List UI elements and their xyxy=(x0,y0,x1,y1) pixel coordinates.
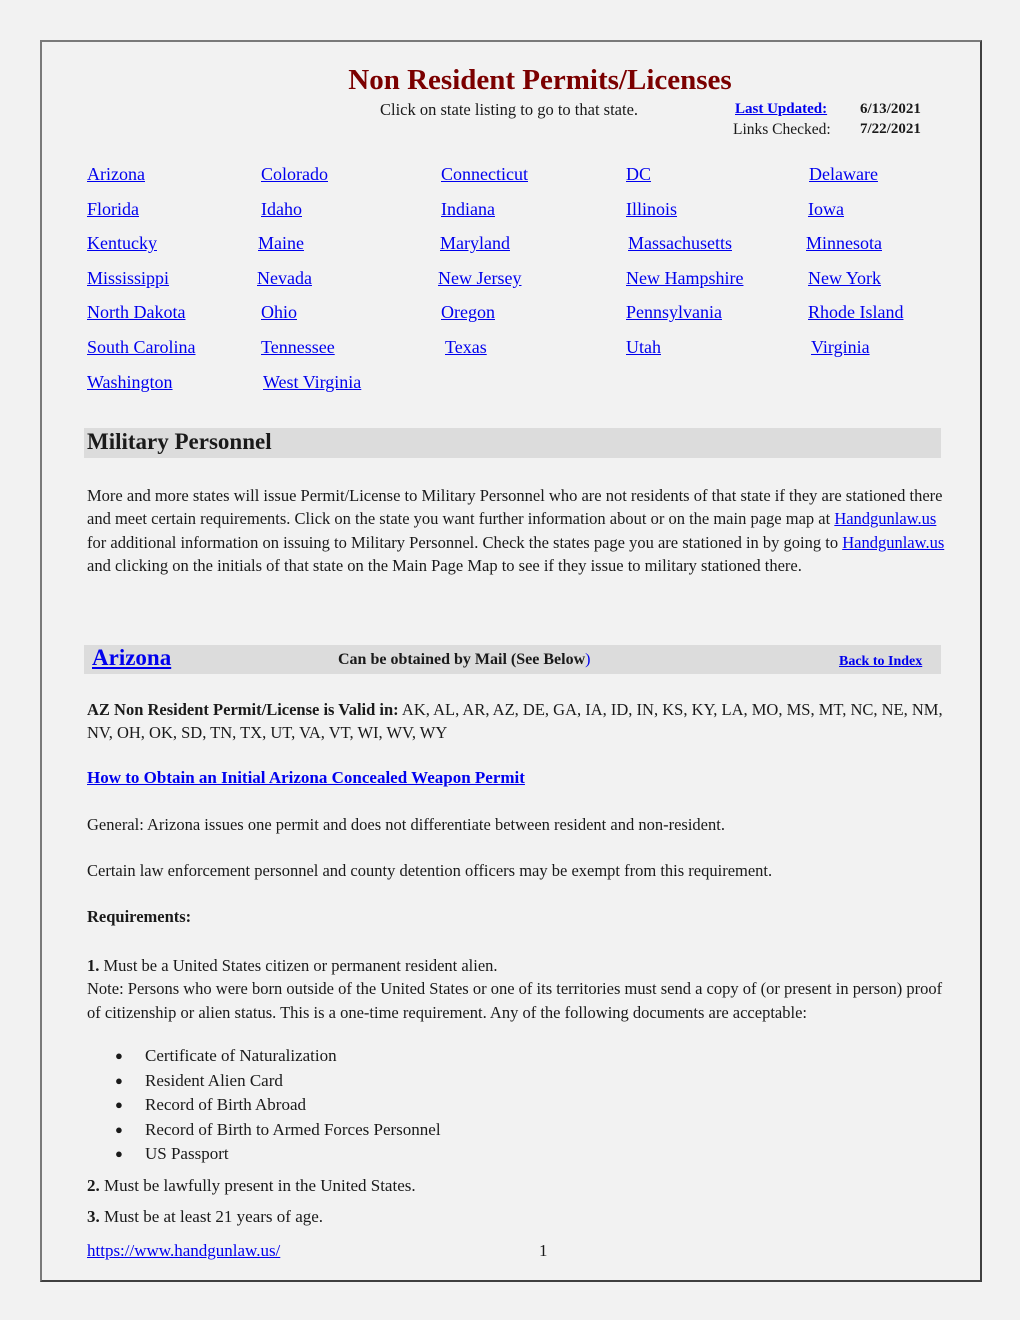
instructions-text: Click on state listing to go to that sta… xyxy=(380,100,639,119)
state-link-ohio[interactable]: Ohio xyxy=(261,302,297,323)
state-link-massachusetts[interactable]: Massachusetts xyxy=(628,233,732,254)
bullet-icon: ● xyxy=(115,1072,123,1088)
state-link-florida[interactable]: Florida xyxy=(87,199,139,220)
state-link-dc[interactable]: DC xyxy=(626,164,651,185)
document-list-item: ● Resident Alien Card xyxy=(115,1069,441,1094)
military-text-3: and clicking on the initials of that sta… xyxy=(87,555,802,575)
state-link-new-york[interactable]: New York xyxy=(808,268,881,289)
military-paragraph: More and more states will issue Permit/L… xyxy=(87,484,947,577)
last-updated-link[interactable]: Last Updated: xyxy=(735,101,827,118)
requirements-heading: Requirements: xyxy=(87,907,192,926)
page-title: Non Resident Permits/Licenses xyxy=(348,64,732,96)
handgunlaw-link-2[interactable]: Handgunlaw.us xyxy=(842,533,944,552)
document-list-item: ● Certificate of Naturalization xyxy=(115,1044,441,1069)
document-name: US Passport xyxy=(145,1144,229,1163)
state-link-mississippi[interactable]: Mississippi xyxy=(87,268,169,289)
req1-note: Note: Persons who were born outside of t… xyxy=(87,979,943,1022)
state-link-south-carolina[interactable]: South Carolina xyxy=(87,337,196,358)
bullet-icon: ● xyxy=(115,1121,123,1137)
handgunlaw-link-1[interactable]: Handgunlaw.us xyxy=(834,509,936,528)
state-link-colorado[interactable]: Colorado xyxy=(261,164,328,185)
exemption-text: Certain law enforcement personnel and co… xyxy=(87,861,773,880)
valid-in-label: AZ Non Resident Permit/License is Valid … xyxy=(87,700,399,719)
document-name: Record of Birth to Armed Forces Personne… xyxy=(145,1119,441,1139)
footer-url-link[interactable]: https://www.handgunlaw.us/ xyxy=(87,1241,280,1261)
bullet-icon: ● xyxy=(115,1097,123,1112)
state-link-iowa[interactable]: Iowa xyxy=(808,199,844,220)
back-to-index-link[interactable]: Back to Index xyxy=(839,654,922,670)
state-link-maryland[interactable]: Maryland xyxy=(440,233,510,254)
military-text-1: More and more states will issue Permit/L… xyxy=(87,486,943,529)
arizona-heading-link[interactable]: Arizona xyxy=(92,645,171,671)
military-heading: Military Personnel xyxy=(87,429,272,454)
document-list-item: ● US Passport xyxy=(115,1142,441,1167)
state-link-new-hampshire[interactable]: New Hampshire xyxy=(626,268,743,289)
state-link-pennsylvania[interactable]: Pennsylvania xyxy=(626,302,722,323)
req1-number: 1. xyxy=(87,956,100,975)
bullet-icon: ● xyxy=(115,1048,123,1063)
state-link-washington[interactable]: Washington xyxy=(87,372,173,393)
req2-number: 2. xyxy=(87,1176,100,1195)
general-text: General: Arizona issues one permit and d… xyxy=(87,815,725,834)
state-link-indiana[interactable]: Indiana xyxy=(441,199,495,220)
document-page: Non Resident Permits/Licenses Click on s… xyxy=(40,40,982,1282)
state-link-utah[interactable]: Utah xyxy=(626,337,661,358)
acceptable-documents-list: ● Certificate of Naturalization ● Resident … xyxy=(87,1044,441,1167)
state-link-rhode-island[interactable]: Rhode Island xyxy=(808,302,903,323)
state-link-maine[interactable]: Maine xyxy=(258,233,304,254)
valid-in-paragraph: AZ Non Resident Permit/License is Valid … xyxy=(87,698,947,745)
military-text-2: for additional information on issuing to… xyxy=(87,532,843,552)
state-link-minnesota[interactable]: Minnesota xyxy=(806,233,882,254)
page-number: 1 xyxy=(539,1241,548,1260)
state-link-delaware[interactable]: Delaware xyxy=(809,164,878,185)
document-name: Certificate of Naturalization xyxy=(145,1046,337,1065)
how-to-obtain-link[interactable]: How to Obtain an Initial Arizona Conceal… xyxy=(87,768,525,788)
state-link-idaho[interactable]: Idaho xyxy=(261,199,302,220)
req3-text: Must be at least 21 years of age. xyxy=(99,1207,324,1226)
state-link-illinois[interactable]: Illinois xyxy=(626,199,677,220)
state-link-arizona[interactable]: Arizona xyxy=(87,164,145,185)
state-link-kentucky[interactable]: Kentucky xyxy=(87,233,157,254)
state-link-north-dakota[interactable]: North Dakota xyxy=(87,302,185,323)
state-link-texas[interactable]: Texas xyxy=(445,337,487,358)
document-name: Record of Birth Abroad xyxy=(145,1095,306,1114)
state-link-oregon[interactable]: Oregon xyxy=(441,302,495,323)
requirement-1: 1. Must be a United States citizen or pe… xyxy=(87,954,947,1024)
requirement-2: 2. Must be lawfully present in the Unite… xyxy=(87,1176,416,1196)
state-link-tennessee[interactable]: Tennessee xyxy=(261,337,335,358)
state-link-virginia[interactable]: Virginia xyxy=(811,337,870,358)
state-link-connecticut[interactable]: Connecticut xyxy=(441,164,528,185)
state-link-west-virginia[interactable]: West Virginia xyxy=(263,372,361,393)
links-checked-label: Links Checked: xyxy=(733,121,831,138)
state-link-new-jersey[interactable]: New Jersey xyxy=(438,268,521,289)
links-checked-date: 7/22/2021 xyxy=(860,121,921,137)
bullet-icon: ● xyxy=(115,1146,123,1161)
document-name: Resident Alien Card xyxy=(145,1070,283,1090)
req2-text: Must be lawfully present in the United S… xyxy=(99,1176,416,1195)
document-list-item: ● Record of Birth to Armed Forces Personn… xyxy=(115,1118,441,1143)
last-updated-date: 6/13/2021 xyxy=(860,101,921,117)
requirement-3: 3. Must be at least 21 years of age. xyxy=(87,1207,323,1227)
req1-text: Must be a United States citizen or perma… xyxy=(99,956,498,975)
req3-number: 3. xyxy=(87,1207,100,1226)
mail-note-text: Can be obtained by Mail (See Below xyxy=(338,651,586,668)
state-link-nevada[interactable]: Nevada xyxy=(257,268,312,289)
mail-note-paren: ) xyxy=(585,651,591,668)
document-list-item: ● Record of Birth Abroad xyxy=(115,1093,441,1118)
mail-availability-note: Can be obtained by Mail (See Below) xyxy=(338,651,590,669)
